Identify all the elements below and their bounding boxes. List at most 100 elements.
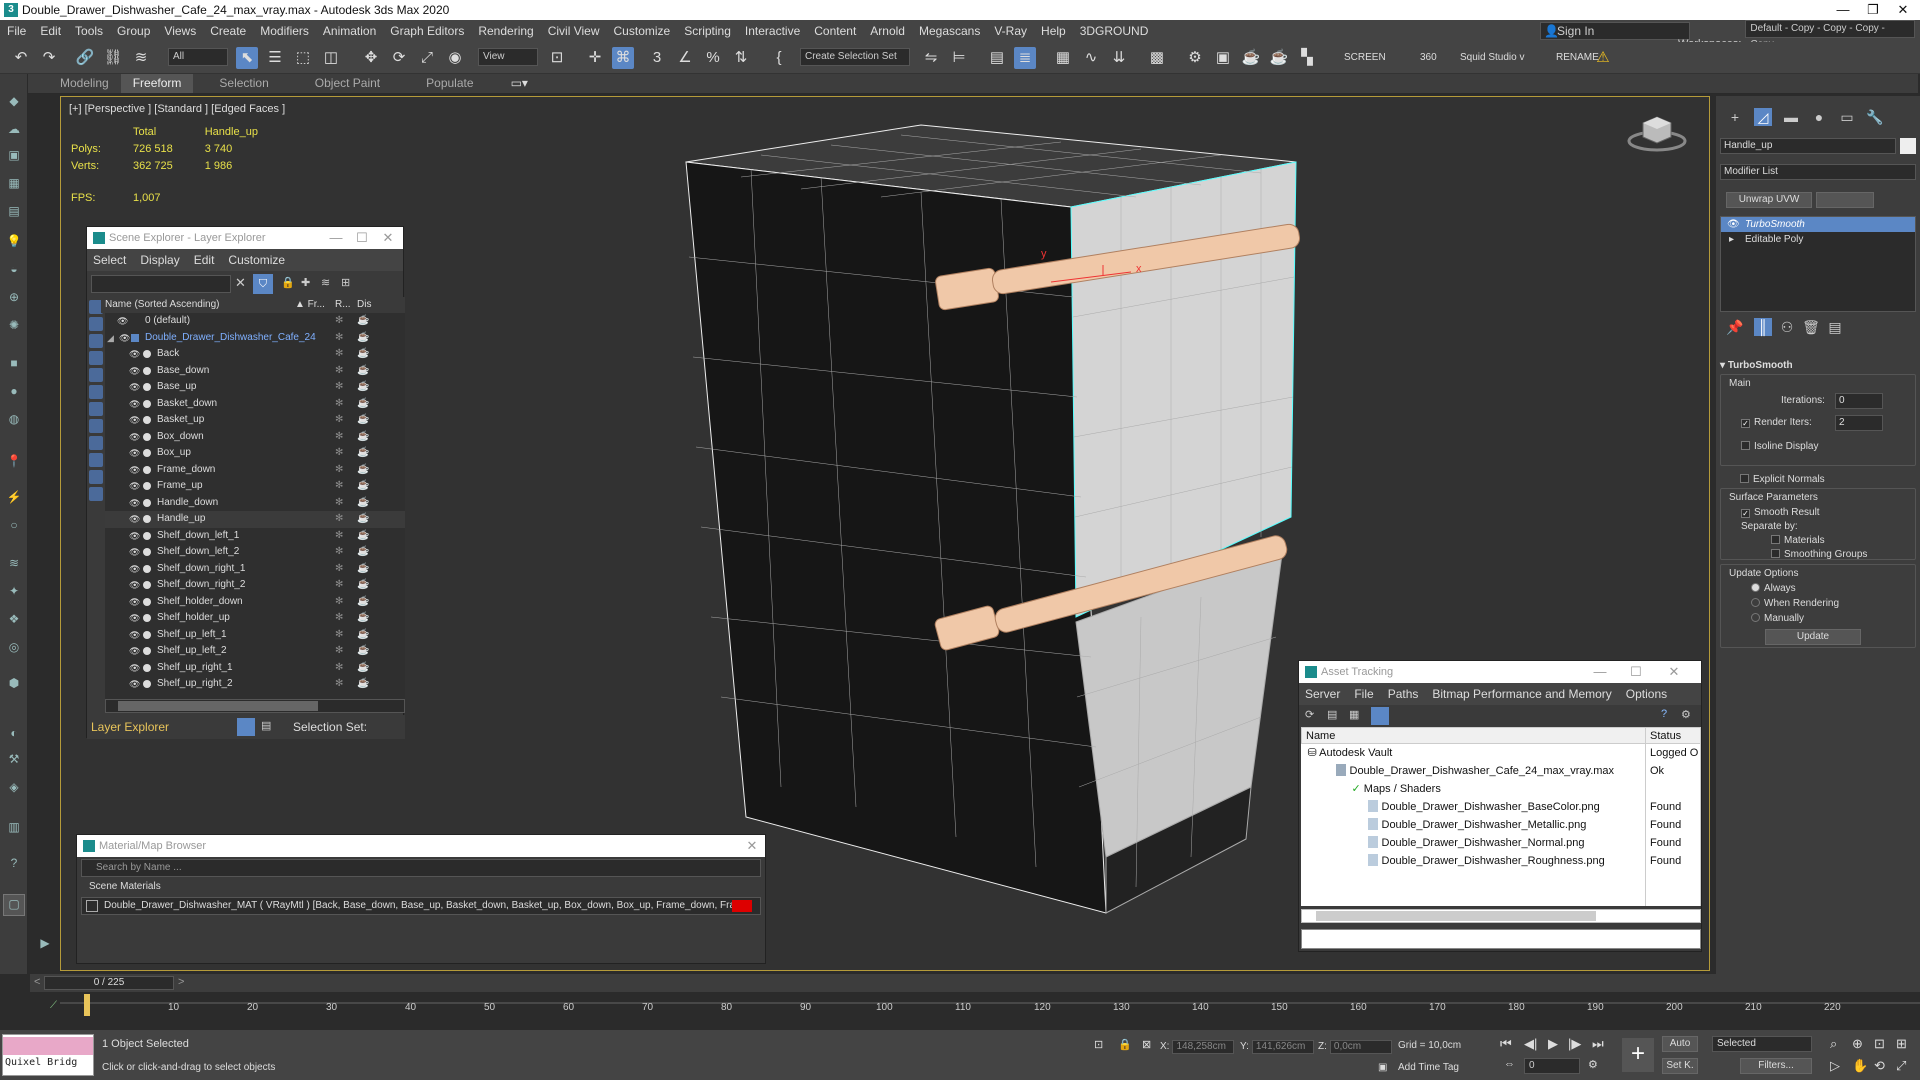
create-tab-icon[interactable]: + <box>1726 108 1744 126</box>
quixel-bridge-button[interactable]: Quixel Bridg <box>2 1034 94 1076</box>
modifier-list-dropdown[interactable]: Modifier List <box>1720 164 1916 180</box>
tree-item[interactable]: 👁 Shelf_down_right_1 ✻ ☕ <box>105 561 405 578</box>
menu-arnold[interactable]: Arnold <box>863 20 912 42</box>
filter-bones-icon[interactable] <box>89 436 103 450</box>
render-teapot-icon[interactable]: ☕ <box>357 594 369 611</box>
se-menu-select[interactable]: Select <box>93 253 126 267</box>
at-menu-server[interactable]: Server <box>1305 687 1340 701</box>
materials-checkbox[interactable]: Materials <box>1771 535 1825 546</box>
filter-helpers-icon[interactable] <box>89 368 103 382</box>
bolt-icon[interactable]: ⚡ <box>5 488 23 506</box>
render-teapot-icon[interactable]: ☕ <box>357 412 369 429</box>
add-layer-icon[interactable]: ✚ <box>301 276 310 289</box>
render-teapot-icon[interactable]: ☕ <box>357 363 369 380</box>
tree-item[interactable]: 👁 Shelf_up_right_2 ✻ ☕ <box>105 676 405 693</box>
add-time-tag-icon[interactable]: ▣ <box>1378 1062 1387 1073</box>
scene-materials-section[interactable]: Scene Materials <box>77 879 765 895</box>
update-rendering-radio[interactable]: When Rendering <box>1751 598 1839 609</box>
stack-item-turbosmooth[interactable]: 👁 TurboSmooth <box>1721 217 1915 232</box>
material-item[interactable]: Double_Drawer_Dishwasher_MAT ( VRayMtl )… <box>81 897 761 915</box>
render-teapot-icon[interactable]: ☕ <box>357 379 369 396</box>
filter-containers-icon[interactable] <box>89 453 103 467</box>
visibility-eye-icon[interactable]: 👁 <box>129 396 140 413</box>
grid-icon[interactable]: ▦ <box>5 174 23 192</box>
list-icon[interactable]: ▤ <box>1327 708 1337 721</box>
tree-item[interactable]: 👁 Box_down ✻ ☕ <box>105 429 405 446</box>
menu-views[interactable]: Views <box>157 20 203 42</box>
tree-item[interactable]: 👁 Box_up ✻ ☕ <box>105 445 405 462</box>
menu-3dground[interactable]: 3DGROUND <box>1073 20 1156 42</box>
zoom-extents-icon[interactable]: ⊡ <box>1874 1036 1885 1052</box>
tree-item[interactable]: 👁 Handle_down ✻ ☕ <box>105 495 405 512</box>
layer-explorer-icon[interactable]: ≣ <box>1014 47 1036 69</box>
scale-icon[interactable]: ⤢ <box>416 47 438 69</box>
tree-item[interactable]: 👁 Frame_up ✻ ☕ <box>105 478 405 495</box>
col-frozen[interactable]: ▲ Fr... <box>295 297 325 313</box>
visibility-eye-icon[interactable]: 👁 <box>129 577 140 594</box>
se-menu-customize[interactable]: Customize <box>228 253 285 267</box>
freeze-icon[interactable]: ✻ <box>335 412 343 429</box>
selection-filter-dropdown[interactable]: All <box>168 48 228 66</box>
expand-icon[interactable]: ▸ <box>1729 232 1734 247</box>
refresh-icon[interactable]: ⟳ <box>1305 708 1314 721</box>
render-iters-checkbox[interactable]: ✓ Render Iters: <box>1741 417 1812 428</box>
tree-item[interactable]: 👁 Basket_up ✻ ☕ <box>105 412 405 429</box>
isolate-icon[interactable]: ▣ <box>5 146 23 164</box>
play-icon[interactable]: ▶ <box>1548 1036 1558 1052</box>
filter-groups-icon[interactable] <box>89 402 103 416</box>
tab-populate[interactable]: Populate <box>414 74 485 93</box>
isolate-selection-icon[interactable]: ⊡ <box>1094 1038 1103 1051</box>
zoom-extents-all-icon[interactable]: ⊞ <box>1896 1036 1907 1052</box>
visibility-eye-icon[interactable]: 👁 <box>117 313 128 330</box>
visibility-eye-icon[interactable]: 👁 <box>129 627 140 644</box>
filter-spacewarps-icon[interactable] <box>89 385 103 399</box>
at-settings-icon[interactable]: ⚙ <box>1681 708 1691 721</box>
at-maximize-button[interactable]: ☐ <box>1625 661 1647 683</box>
at-menu-paths[interactable]: Paths <box>1388 687 1419 701</box>
freeze-icon[interactable]: ✻ <box>335 610 343 627</box>
visibility-eye-icon[interactable]: 👁 <box>129 676 140 693</box>
table-row[interactable]: Double_Drawer_Dishwasher_Normal.png Found <box>1301 833 1701 852</box>
motion-icon[interactable]: ◈ <box>5 778 23 796</box>
freeze-icon[interactable]: ✻ <box>335 660 343 677</box>
layer-default[interactable]: 👁 0 (default) ✻ ☕ <box>105 313 405 330</box>
tree-item[interactable]: 👁 Base_down ✻ ☕ <box>105 363 405 380</box>
go-to-start-icon[interactable]: ⏮ <box>1500 1036 1512 1052</box>
helper-icon[interactable]: ⊕ <box>5 288 23 306</box>
render-teapot-icon[interactable]: ☕ <box>357 676 369 693</box>
col-asset-status[interactable]: Status <box>1645 727 1701 744</box>
layers-icon[interactable]: ≋ <box>321 276 330 289</box>
render-teapot-icon[interactable]: ☕ <box>357 478 369 495</box>
visibility-eye-icon[interactable]: 👁 <box>129 643 140 660</box>
tree-item[interactable]: 👁 Shelf_up_right_1 ✻ ☕ <box>105 660 405 677</box>
render-teapot-icon[interactable]: ☕ <box>357 610 369 627</box>
render-teapot-icon[interactable]: ☕ <box>357 577 369 594</box>
col-name[interactable]: Name (Sorted Ascending) <box>105 297 220 313</box>
tree-item[interactable]: 👁 Handle_up ✻ ☕ <box>105 511 405 528</box>
table-row[interactable]: Double_Drawer_Dishwasher_Metallic.png Fou… <box>1301 815 1701 834</box>
stack-item-editable-poly[interactable]: ▸ Editable Poly <box>1721 232 1915 247</box>
viewport-layout-icon[interactable]: ▤ <box>5 202 23 220</box>
tree-item[interactable]: 👁 Frame_down ✻ ☕ <box>105 462 405 479</box>
filter-hidden-icon[interactable] <box>89 487 103 501</box>
table-view-icon[interactable] <box>1371 707 1389 725</box>
hierarchy-tab-icon[interactable]: ▬ <box>1782 108 1800 126</box>
visibility-eye-icon[interactable]: 👁 <box>129 462 140 479</box>
update-button[interactable]: Update <box>1765 629 1861 645</box>
freeze-icon[interactable]: ✻ <box>335 561 343 578</box>
tree-item[interactable]: 👁 Shelf_holder_down ✻ ☕ <box>105 594 405 611</box>
ribbon-options-icon[interactable]: ▭▾ <box>499 74 540 93</box>
scene-explorer-toggle-icon[interactable]: ▤ <box>986 47 1008 69</box>
y-coordinate-field[interactable]: 141,626cm <box>1251 1040 1314 1054</box>
visibility-eye-icon[interactable]: 👁 <box>129 660 140 677</box>
remove-modifier-icon[interactable]: 🗑 <box>1802 318 1820 336</box>
render-teapot-icon[interactable]: ☕ <box>357 462 369 479</box>
material-editor-icon[interactable]: ▩ <box>1146 47 1168 69</box>
freeze-icon[interactable]: ✻ <box>335 445 343 462</box>
screen-button[interactable]: SCREEN <box>1344 52 1386 63</box>
smoothing-groups-checkbox[interactable]: Smoothing Groups <box>1771 549 1867 560</box>
pan-icon[interactable]: ✋ <box>1852 1058 1868 1074</box>
render-teapot-icon[interactable]: ☕ <box>357 330 369 347</box>
auto-key-button[interactable]: Auto <box>1662 1036 1698 1052</box>
schematic-view-icon[interactable]: ⇊ <box>1108 47 1130 69</box>
